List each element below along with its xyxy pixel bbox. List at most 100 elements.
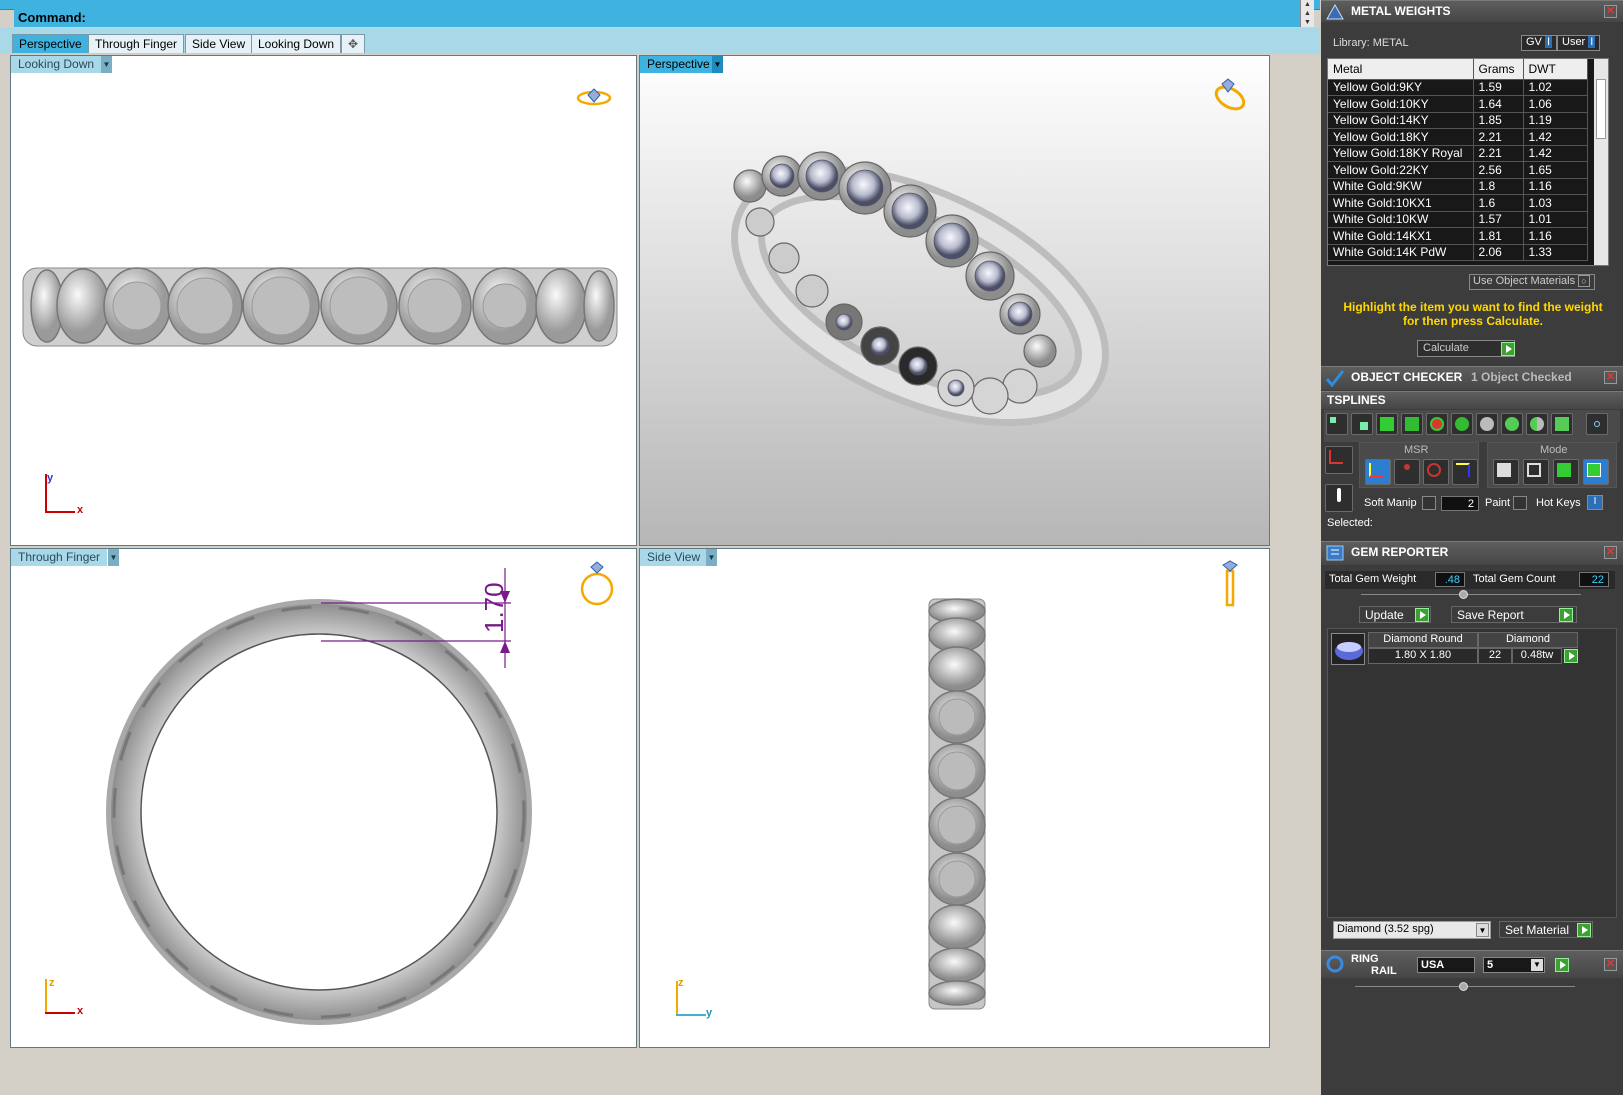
soft-manip-value[interactable]: 2 xyxy=(1441,496,1479,511)
tsplines-face-icon[interactable] xyxy=(1401,413,1423,435)
viewport-menu-arrow-icon[interactable]: ▼ xyxy=(706,549,717,566)
tsplines-box-icon[interactable] xyxy=(1501,413,1523,435)
table-row[interactable]: Yellow Gold:22KY 2.56 1.65 xyxy=(1328,161,1588,179)
ring-rail-size-select[interactable]: 5 ▼ xyxy=(1483,957,1545,973)
box-mode-icon[interactable] xyxy=(1493,459,1519,485)
use-object-materials-toggle[interactable]: Use Object Materials ○ xyxy=(1469,274,1595,290)
tsplines-edge-icon[interactable] xyxy=(1351,413,1373,435)
table-row[interactable]: White Gold:14K PdW 2.06 1.33 xyxy=(1328,244,1588,261)
viewport-perspective[interactable]: Perspective ▼ xyxy=(639,55,1270,546)
gem-list[interactable]: Diamond Round Diamond 1.80 X 1.80 22 0.4… xyxy=(1327,628,1617,918)
tsplines-convert-icon[interactable] xyxy=(1551,413,1573,435)
gem-reporter-header: GEM REPORTER ✕ xyxy=(1321,541,1623,565)
tsplines-delete-icon[interactable] xyxy=(1426,413,1448,435)
ring-side-model xyxy=(928,598,986,1010)
viewport-label[interactable]: Looking Down xyxy=(11,56,102,73)
viewport-menu-arrow-icon[interactable]: ▼ xyxy=(101,56,112,73)
ring-rail-region[interactable]: USA xyxy=(1417,957,1475,973)
table-row[interactable]: White Gold:10KW 1.57 1.01 xyxy=(1328,211,1588,228)
gem-row-go-icon[interactable] xyxy=(1564,649,1578,663)
tab-through-finger[interactable]: Through Finger xyxy=(88,34,185,53)
command-prompt[interactable]: Command: xyxy=(14,9,1314,27)
tab-looking-down[interactable]: Looking Down xyxy=(251,34,342,53)
ring-rail-slider-thumb[interactable] xyxy=(1459,982,1468,991)
material-select[interactable]: Diamond (3.52 spg) ▼ xyxy=(1333,921,1491,939)
tsplines-options-icon[interactable] xyxy=(1586,413,1608,435)
total-gem-count-value: 22 xyxy=(1579,572,1609,587)
universal-tool-icon[interactable] xyxy=(1452,459,1478,485)
chevron-down-icon[interactable]: ▼ xyxy=(1476,923,1489,937)
table-row[interactable]: White Gold:14KX1 1.81 1.16 xyxy=(1328,227,1588,245)
rotate-tool-icon[interactable] xyxy=(1423,459,1449,485)
wire-mode-icon[interactable] xyxy=(1523,459,1549,485)
gem-slider-thumb[interactable] xyxy=(1459,590,1468,599)
ring-rail-go-icon[interactable] xyxy=(1555,958,1569,972)
viewport-side-view[interactable]: Side View ▼ z y xyxy=(639,548,1270,1048)
cell-grams: 1.81 xyxy=(1473,227,1524,245)
update-go-icon[interactable] xyxy=(1415,608,1429,622)
viewport-menu-arrow-icon[interactable]: ▼ xyxy=(108,549,119,566)
msr-label: MSR xyxy=(1404,444,1429,456)
gem-thumbnail xyxy=(1331,633,1365,665)
paint-checkbox[interactable] xyxy=(1513,496,1527,510)
viewport-label[interactable]: Through Finger xyxy=(11,549,108,566)
close-icon[interactable]: ✕ xyxy=(1604,5,1617,18)
tab-perspective[interactable]: Perspective xyxy=(12,34,89,53)
chevron-down-icon[interactable]: ▼ xyxy=(1531,959,1543,971)
table-row[interactable]: White Gold:9KW 1.8 1.16 xyxy=(1328,178,1588,195)
ring-view-icon xyxy=(576,88,612,106)
ring-rail-title-1: RING xyxy=(1351,953,1379,965)
smooth-wire-mode-icon[interactable] xyxy=(1583,459,1609,485)
ring-front-icon xyxy=(580,561,614,606)
table-row[interactable]: Yellow Gold:10KY 1.64 1.06 xyxy=(1328,95,1588,113)
soft-manip-checkbox[interactable] xyxy=(1422,496,1436,510)
tsplines-manip-icon[interactable] xyxy=(1325,446,1353,474)
set-material-go-icon[interactable] xyxy=(1577,923,1591,937)
add-tab-icon[interactable]: ✥ xyxy=(341,34,366,53)
move-tool-icon[interactable] xyxy=(1365,459,1391,485)
viewport-menu-arrow-icon[interactable]: ▼ xyxy=(712,56,723,73)
close-icon[interactable]: ✕ xyxy=(1604,546,1617,559)
tsplines-sphere-grid-icon[interactable] xyxy=(1451,413,1473,435)
x-axis-line xyxy=(45,1012,75,1014)
metal-weights-table[interactable]: Metal Grams DWT Yellow Gold:9KY 1.59 1.02 Y… xyxy=(1327,58,1609,266)
user-toggle[interactable]: User I xyxy=(1557,35,1601,51)
calculate-label: Calculate xyxy=(1423,342,1469,354)
viewport-label[interactable]: Perspective xyxy=(640,56,717,73)
tab-side-view[interactable]: Side View xyxy=(185,34,253,53)
right-panel: METAL WEIGHTS ✕ Library: METAL GV I User… xyxy=(1321,0,1623,1095)
tsplines-vertex-icon[interactable] xyxy=(1326,413,1348,435)
close-icon[interactable]: ✕ xyxy=(1604,958,1617,971)
smooth-mode-icon[interactable] xyxy=(1553,459,1579,485)
gem-slider-track[interactable] xyxy=(1361,594,1581,595)
tsplines-half-icon[interactable] xyxy=(1526,413,1548,435)
viewport-looking-down[interactable]: Looking Down ▼ y x xyxy=(10,55,637,546)
ring-rail-icon xyxy=(1326,955,1344,973)
table-row[interactable]: Yellow Gold:9KY 1.59 1.02 xyxy=(1328,79,1588,96)
command-scrollbar[interactable]: ▲ ▲ ▼ xyxy=(1300,0,1314,27)
viewport-through-finger[interactable]: Through Finger ▼ 1.70 z x xyxy=(10,548,637,1048)
table-row[interactable]: White Gold:10KX1 1.6 1.03 xyxy=(1328,194,1588,212)
cell-dwt: 1.65 xyxy=(1523,161,1588,179)
column-header-metal[interactable]: Metal xyxy=(1328,59,1474,80)
calculate-go-icon[interactable] xyxy=(1501,342,1515,356)
cell-grams: 2.21 xyxy=(1473,128,1524,146)
table-row[interactable]: Yellow Gold:18KY Royal 2.21 1.42 xyxy=(1328,145,1588,162)
table-row[interactable]: Yellow Gold:18KY 2.21 1.42 xyxy=(1328,128,1588,146)
tsplines-smooth-icon[interactable] xyxy=(1476,413,1498,435)
table-row[interactable]: Yellow Gold:14KY 1.85 1.19 xyxy=(1328,112,1588,129)
cell-dwt: 1.42 xyxy=(1523,128,1588,146)
save-report-go-icon[interactable] xyxy=(1559,608,1573,622)
table-scrollbar[interactable] xyxy=(1594,59,1608,265)
viewport-label[interactable]: Side View xyxy=(640,549,708,566)
gv-toggle[interactable]: GV I xyxy=(1521,35,1558,51)
cell-grams: 1.85 xyxy=(1473,112,1524,129)
tsplines-grid-icon[interactable] xyxy=(1376,413,1398,435)
hot-keys-toggle[interactable]: I xyxy=(1587,495,1603,510)
y-axis-line xyxy=(676,1014,706,1016)
close-icon[interactable]: ✕ xyxy=(1604,371,1617,384)
tsplines-walk-icon[interactable] xyxy=(1325,484,1353,512)
column-header-grams[interactable]: Grams xyxy=(1473,59,1524,80)
column-header-dwt[interactable]: DWT xyxy=(1523,59,1588,80)
scale-tool-icon[interactable] xyxy=(1394,459,1420,485)
